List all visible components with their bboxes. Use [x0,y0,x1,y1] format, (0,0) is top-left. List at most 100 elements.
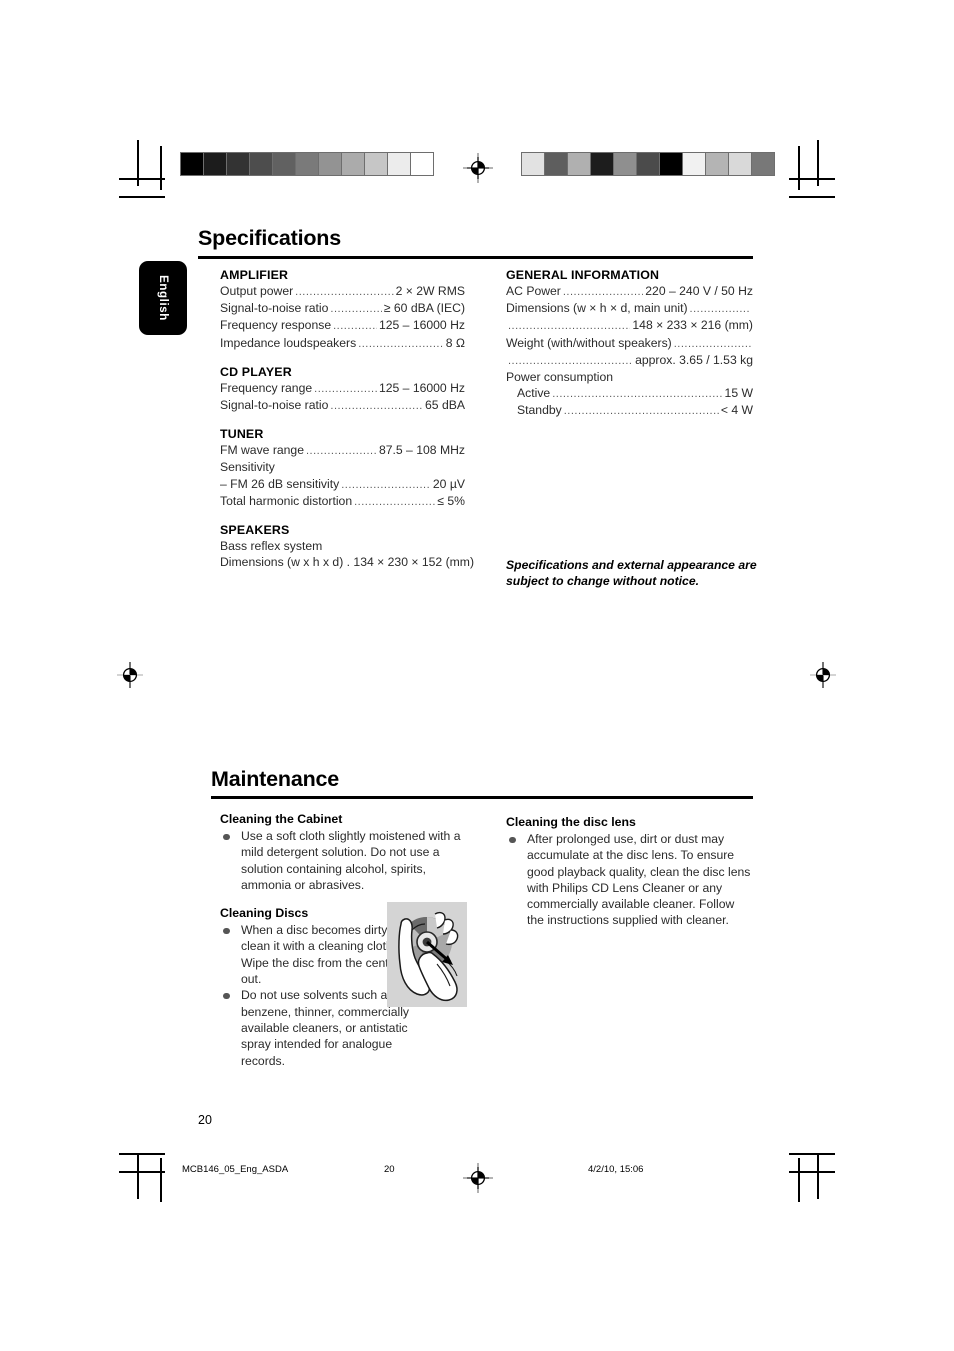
spec-group-heading: SPEAKERS [220,523,290,538]
specifications-left-column: AMPLIFIER Output power...................… [220,268,475,570]
disc-cleaning-illustration [387,902,467,1007]
language-tab-english: English [139,261,187,335]
maintenance-right-column: Cleaning the disc lens After prolonged us… [506,815,754,929]
bullet-icon [223,927,230,935]
spec-group-heading: GENERAL INFORMATION [506,268,660,282]
dot-leader: ........................................… [563,405,719,418]
spec-line: ........................................… [506,317,753,334]
dot-leader: ........................................… [673,337,751,350]
spec-value: 87.5 – 108 MHz [378,443,465,458]
spec-line: FM wave range...........................… [220,442,465,459]
spec-value: 8 Ω [445,335,465,350]
spec-text-line: Bass reflex system [220,539,323,554]
spec-line: Dimensions (w × h × d, main unit).......… [506,300,753,317]
spec-label: AC Power [506,284,561,298]
spec-value: approx. 3.65 / 1.53 kg [635,352,753,367]
page-title-maintenance: Maintenance [211,767,340,791]
spec-value: ≤ 5% [437,493,465,508]
spec-label: Signal-to-noise ratio [220,301,329,316]
spec-label: Standby [517,403,562,418]
spec-label: Dimensions (w × h × d, main unit) [506,301,688,316]
specifications-disclaimer-note: Specifications and external appearance a… [506,558,757,588]
specifications-right-column: GENERAL INFORMATION AC Power.............… [506,268,753,420]
spec-value: 2 × 2W RMS [395,284,465,298]
spec-label: Signal-to-noise ratio [220,398,329,413]
spec-line: – FM 26 dB sensitivity..................… [220,476,465,493]
spec-text-line: Dimensions (w x h x d) . 134 × 230 × 152… [220,555,475,570]
dot-leader: ........................................… [341,478,431,491]
bullet-text: Do not use solvents such as benzene, thi… [241,988,409,1068]
spec-value: < 4 W [720,403,753,418]
spec-value: ≥ 60 dBA (IEC) [383,301,465,316]
maintenance-rule [211,796,753,799]
spec-label: Impedance loudspeakers [220,335,357,350]
maintenance-bullet-item: After prolonged use, dirt or dust may ac… [506,831,754,929]
spec-line: Impedance loudspeakers..................… [220,335,465,352]
footer-page-number: 20 [384,1164,395,1175]
spec-line: Standby.................................… [506,402,753,419]
bullet-icon [223,833,230,840]
bullet-text: When a disc becomes dirty, clean it with… [241,923,400,987]
spec-line: Output power............................… [220,283,465,300]
dot-leader: ........................................… [689,303,751,316]
page-number: 20 [198,1113,212,1127]
bullet-icon [223,992,230,1000]
maintenance-subheading: Cleaning the disc lens [506,815,636,829]
spec-line: Active..................................… [506,385,753,402]
footer-timestamp: 4/2/10, 15:06 [588,1164,644,1175]
spec-label: FM wave range [220,443,304,458]
bullet-icon [509,836,516,843]
spec-value: 148 × 233 × 216 (mm) [632,318,753,333]
bullet-text: After prolonged use, dirt or dust may ac… [527,832,751,928]
spec-line: Frequency response......................… [220,317,465,334]
spec-line: Frequency range.........................… [220,380,465,397]
dot-leader: ........................................… [333,320,377,333]
page-content: English Specifications AMPLIFIER Output p… [0,0,954,1351]
spec-label: – FM 26 dB sensitivity [220,476,340,491]
spec-label: Weight (with/without speakers) [506,335,672,350]
spec-group-heading: TUNER [220,427,264,442]
spec-line: Weight (with/without speakers)..........… [506,335,753,352]
bullet-text: Use a soft cloth slightly moistened with… [241,829,461,892]
spec-value: 125 – 16000 Hz [378,318,465,333]
spec-label: Frequency range [220,380,313,395]
spec-line: Signal-to-noise ratio...................… [220,397,465,414]
dot-leader: ........................................… [552,388,722,401]
dot-leader: ........................................… [314,382,377,395]
spec-label: Total harmonic distortion [220,493,353,508]
footer-filename: MCB146_05_Eng_ASDA [182,1164,289,1175]
spec-value: 220 – 240 V / 50 Hz [645,284,753,298]
dot-leader: ........................................… [562,286,643,298]
spec-value: 65 dBA [425,398,465,413]
spec-group-heading: CD PLAYER [220,364,292,379]
spec-value: 20 µV [432,476,465,491]
spec-label: Frequency response [220,318,332,333]
maintenance-bullet-item: Use a soft cloth slightly moistened with… [220,828,467,893]
spec-text-line: Sensitivity [220,460,275,475]
dot-leader: ........................................… [330,303,381,316]
dot-leader: ........................................… [306,445,377,458]
maintenance-subheading: Cleaning the Cabinet [220,812,343,826]
spec-line: Total harmonic distortion...............… [220,493,465,510]
spec-text-line: Power consumption [506,370,614,385]
spec-line: AC Power................................… [506,283,753,300]
page-title-specifications: Specifications [198,226,341,250]
spec-label: Active [517,386,551,401]
dot-leader: ........................................… [508,320,630,333]
dot-leader: ........................................… [295,286,393,298]
dot-leader: ........................................… [354,495,435,508]
dot-leader: ........................................… [358,337,444,350]
spec-value: 125 – 16000 Hz [378,380,465,395]
spec-line: ........................................… [506,352,753,369]
spec-line: Signal-to-noise ratio...................… [220,300,465,317]
dot-leader: ........................................… [330,400,423,413]
spec-group-heading: AMPLIFIER [220,268,289,282]
specifications-rule [198,256,753,259]
spec-value: 15 W [724,386,753,401]
dot-leader: ........................................… [508,354,633,367]
spec-label: Output power [220,284,294,298]
language-tab-label: English [157,275,169,321]
